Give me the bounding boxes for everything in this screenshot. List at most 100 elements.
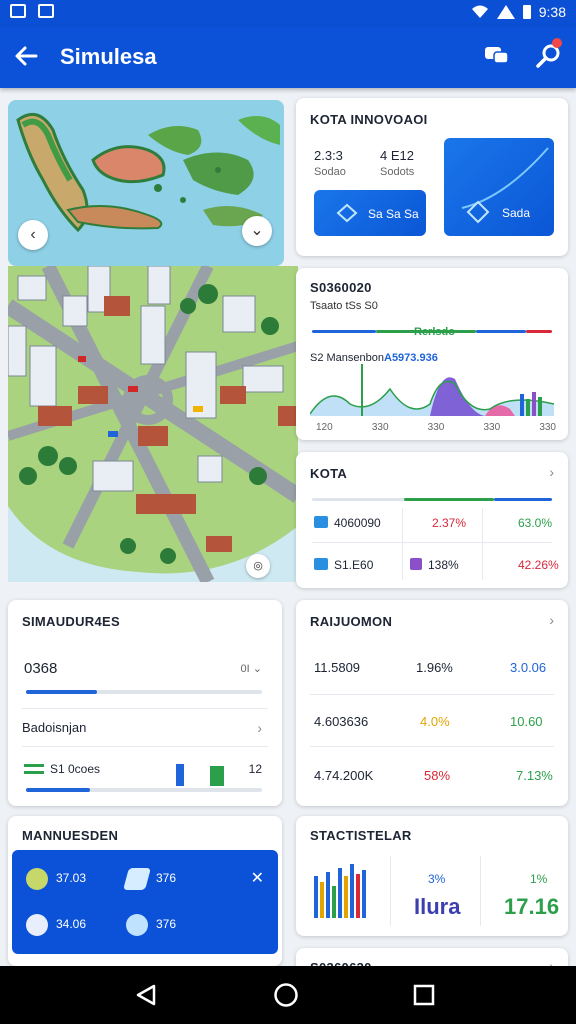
close-icon[interactable]: ✕	[251, 868, 264, 888]
stat-bar-chart	[314, 864, 366, 918]
simulation-bar-value: 12	[248, 762, 262, 776]
notification-icon	[10, 4, 26, 18]
sim-bar-blue	[176, 764, 184, 786]
slider-2-fill	[26, 788, 90, 792]
stat2-value: 4 E12	[380, 148, 414, 163]
line-chart-label: S2 Mansenbon	[310, 352, 384, 364]
primary-action-label: Sa Sa Sa	[368, 207, 419, 221]
stat-value2: 17.16	[504, 894, 560, 919]
chevron-left-icon[interactable]: ‹	[18, 220, 48, 250]
chevron-right-icon[interactable]: ›	[549, 464, 554, 480]
kota-row2-value: S1.E60	[334, 558, 374, 572]
mini-bar-blue	[312, 330, 376, 333]
region-map[interactable]: ‹ ⌄	[8, 100, 284, 266]
line-chart-value: A5973.936	[384, 352, 438, 364]
simulation-slider-1[interactable]	[26, 690, 262, 694]
chevron-down-icon[interactable]: ⌄	[242, 216, 272, 246]
item4-icon	[126, 914, 148, 936]
simulation-bar-label: S1 0coes	[50, 762, 101, 776]
chart-x-axis: 120 330 330 330 330	[316, 422, 556, 433]
chat-icon[interactable]	[482, 41, 512, 71]
cube-icon	[336, 203, 358, 223]
chart-card-title: S0360020	[310, 280, 372, 295]
status-bar: 9:38	[0, 0, 576, 26]
stat-label1: Ilura	[414, 894, 461, 919]
kota-row2-pct-icon	[410, 558, 422, 570]
simulation-value: 0368	[24, 660, 58, 677]
primary-action-button[interactable]: Sa Sa Sa	[314, 190, 426, 236]
ranking-title: RAIJUOMON	[310, 614, 393, 629]
manuesden-item1[interactable]: 37.03	[56, 871, 86, 885]
mini-bar-red	[526, 330, 552, 333]
chevron-right-icon[interactable]: ›	[549, 612, 554, 628]
stat1-label: Sodao	[314, 166, 346, 178]
kota-innovation-card: KOTA INNOVOAOI 2.3:3 Sodao 4 E12 Sodots …	[296, 98, 568, 256]
kota-row2-pct2: 42.26%	[518, 558, 559, 572]
ranking-row3-b: 58%	[424, 768, 451, 783]
stat1-value: 2.3:3	[314, 148, 343, 163]
kota-card[interactable]: KOTA › 4060090 2.37% 63.0% S1.E60 138% 4…	[296, 452, 568, 588]
mini-bar-green	[376, 330, 476, 333]
chart-card: S0360020 Tsaato tSs S0 Rerlsdo S2 Mansen…	[296, 268, 568, 440]
simulation-slider-2[interactable]	[26, 788, 262, 792]
item3-icon	[26, 914, 48, 936]
sim-icon	[38, 4, 54, 18]
nav-recents-icon[interactable]	[413, 984, 435, 1006]
kota-row1-pct2: 63.0%	[518, 516, 553, 530]
simulation-section2-label: Badoisnjan	[22, 720, 87, 735]
nav-home-icon[interactable]	[273, 982, 299, 1008]
ranking-row1-a: 11.5809	[314, 660, 361, 675]
ranking-row2-c: 10.60	[510, 714, 543, 729]
statistics-card: STACTISTELAR 3% Ilura 1% 17.16	[296, 816, 568, 936]
stat-pct2: 1%	[530, 872, 548, 886]
secondary-action-button[interactable]: Sada	[444, 138, 554, 236]
stat2-label: Sodots	[380, 166, 415, 178]
mini-bar-blue2	[476, 330, 526, 333]
kota-bar-green	[404, 498, 494, 501]
ranking-row1-b: 1.96%	[416, 660, 453, 675]
manuesden-item3[interactable]: 34.06	[56, 917, 86, 931]
ranking-card[interactable]: RAIJUOMON › 11.5809 1.96% 3.0.06 4.60363…	[296, 600, 568, 806]
city-map[interactable]: ◎	[8, 266, 298, 582]
chevron-right-icon[interactable]: ›	[257, 720, 262, 736]
ranking-row2-b: 4.0%	[420, 714, 450, 729]
chart-card-subtitle: Tsaato tSs S0	[310, 300, 378, 312]
manuesden-item2[interactable]: 376	[156, 871, 176, 885]
ranking-row1-c: 3.0.06	[510, 660, 547, 675]
clock: 9:38	[538, 4, 566, 20]
signal-icon	[496, 5, 515, 19]
trend-icon	[461, 147, 549, 224]
kota-row1-value: 4060090	[334, 516, 381, 530]
kota-row2-icon	[314, 558, 328, 570]
tick-label: 330	[371, 422, 389, 433]
city-illustration	[8, 266, 298, 582]
kota-row1-icon	[314, 516, 328, 528]
app-bar: Simulesa	[0, 26, 576, 88]
ranking-row3-a: 4.74.200K	[314, 768, 374, 783]
manuesden-title: MANNUESDEN	[22, 828, 119, 843]
tick-label: 330	[483, 422, 501, 433]
system-nav-bar	[0, 966, 576, 1024]
tick-label: 120	[316, 422, 333, 433]
simulation-unit-select[interactable]: 0I ⌄	[241, 662, 262, 675]
manuesden-item4[interactable]: 376	[156, 917, 176, 931]
stat-pct1: 3%	[428, 872, 446, 886]
sim-bar-green	[210, 766, 224, 786]
battery-icon	[522, 5, 531, 19]
nav-back-icon[interactable]	[134, 983, 158, 1007]
tick-label: 330	[539, 422, 556, 433]
kota-row1-pct1: 2.37%	[432, 516, 467, 530]
page-title: Simulesa	[60, 44, 157, 69]
item1-icon	[26, 868, 48, 890]
item2-icon	[123, 868, 151, 890]
kota-innovation-title: KOTA INNOVOAOI	[310, 112, 428, 127]
manuesden-panel: 37.03 376 ✕ 34.06 376	[12, 850, 278, 954]
map-zoom-button[interactable]: ◎	[246, 554, 270, 578]
simulation-title: SIMAUDUR4ES	[22, 614, 120, 629]
map-illustration	[16, 112, 280, 233]
notification-badge	[552, 38, 562, 48]
back-button[interactable]	[12, 42, 40, 70]
simulation-card: SIMAUDUR4ES 0368 0I ⌄ Badoisnjan › S1 0c…	[8, 600, 282, 806]
secondary-action-label: Sada	[502, 206, 531, 220]
ranking-row3-c: 7.13%	[516, 768, 553, 783]
